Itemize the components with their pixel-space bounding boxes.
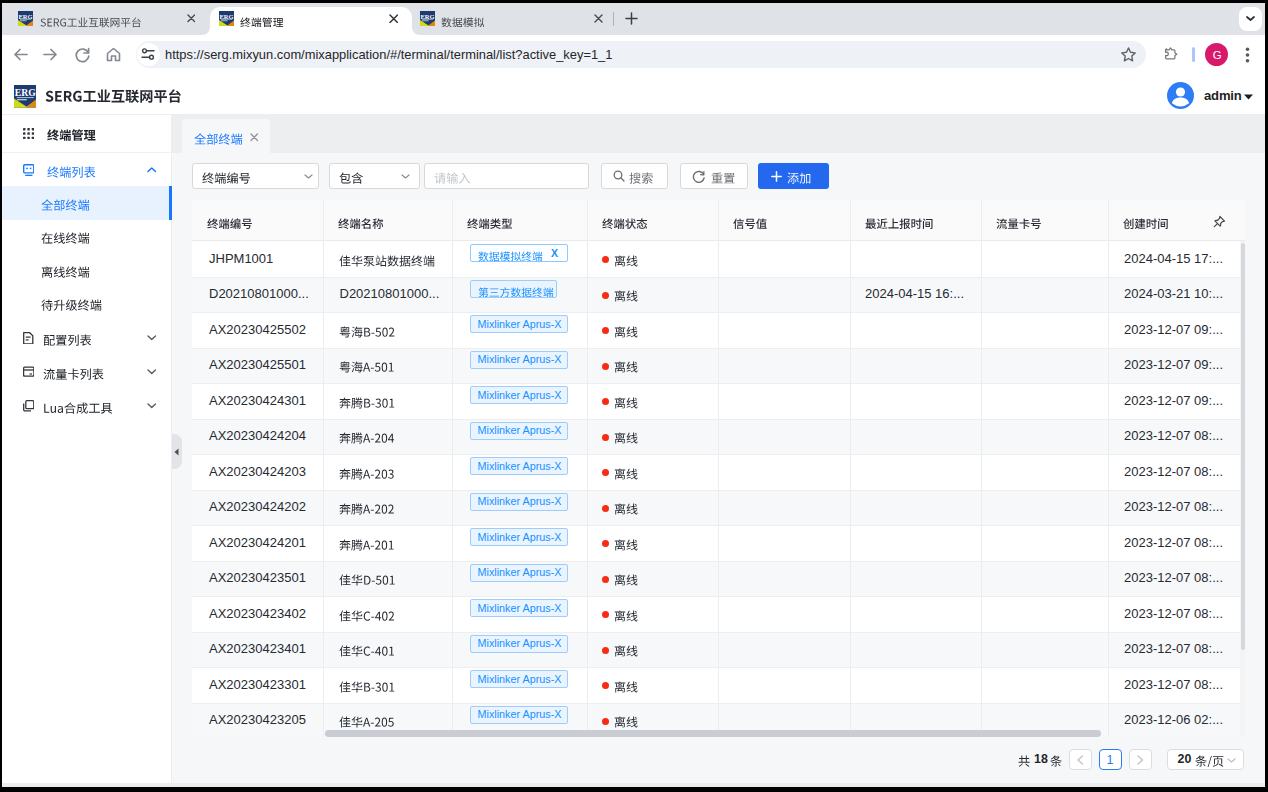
svg-text:ERG: ERG xyxy=(14,87,35,98)
svg-text:ERG: ERG xyxy=(19,13,33,20)
svg-text:ERG: ERG xyxy=(220,12,234,19)
svg-text:ERG: ERG xyxy=(421,13,435,20)
